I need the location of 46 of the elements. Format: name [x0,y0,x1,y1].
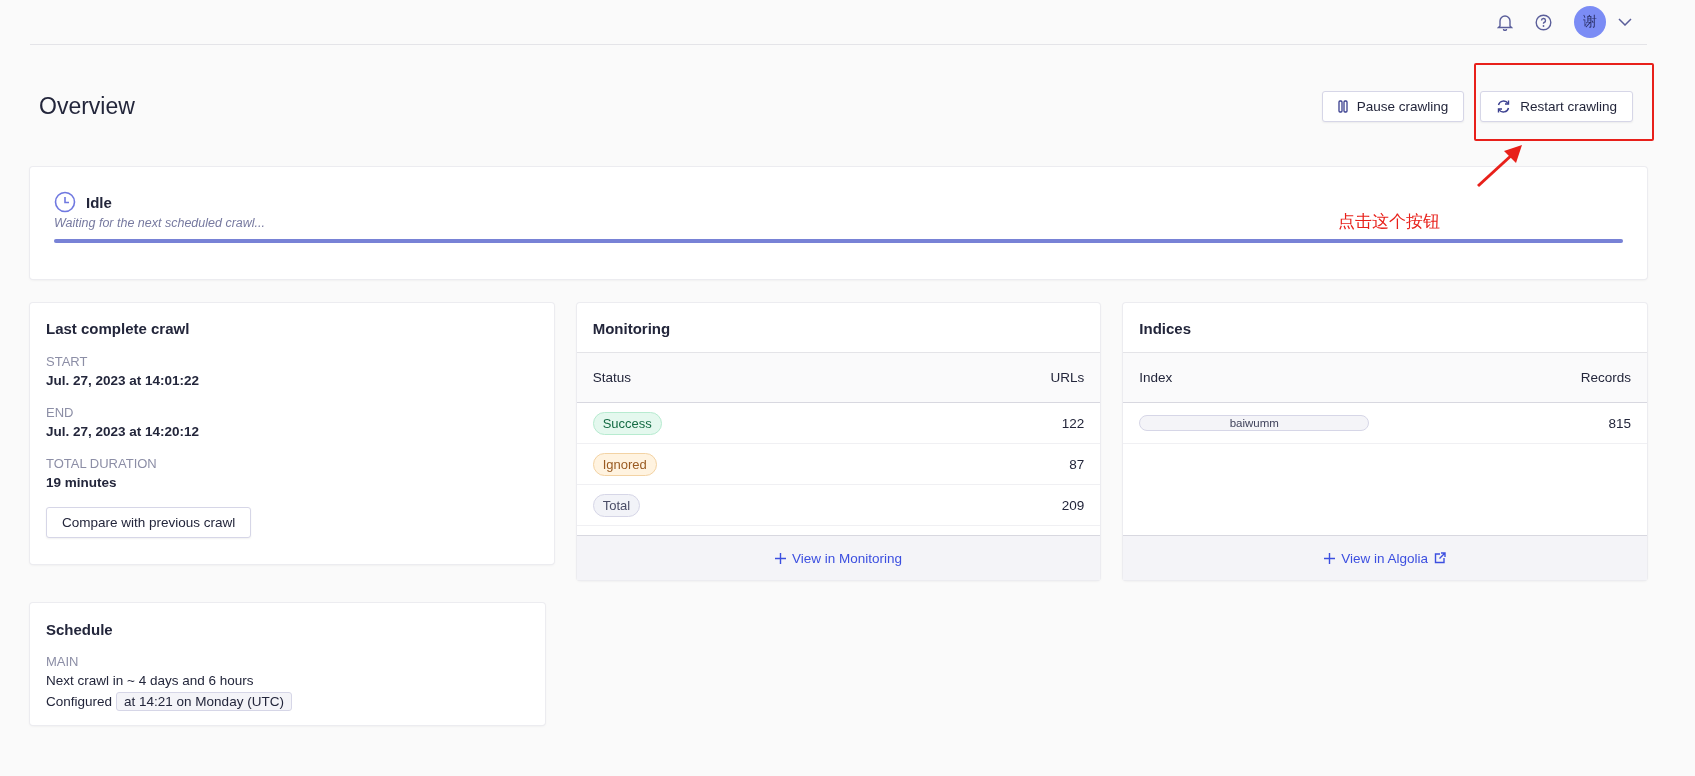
field-label: TOTAL DURATION [46,456,158,471]
notification-bell-icon[interactable] [1497,13,1513,31]
table-cell: 815 [1608,415,1631,431]
status-badge: Success [592,411,662,435]
help-icon[interactable] [1535,13,1552,31]
compare-button[interactable]: Compare with previous crawl [46,507,252,538]
card-title: Schedule [46,621,114,638]
card-title: Indices [1139,320,1191,337]
field-label: END [46,405,75,420]
field-value: Jul. 27, 2023 at 14:20:12 [46,424,201,439]
pause-icon [1337,99,1348,113]
schedule-time-tag: at 14:21 on Monday (UTC) [116,692,292,711]
field-label: MAIN [46,654,80,669]
index-tag: baiwumm [1139,415,1370,431]
field-value: Jul. 27, 2023 at 14:01:22 [46,373,201,388]
card-title: Monitoring [592,320,671,337]
configured-label: Configured [46,694,113,709]
annotation-arrow [1476,143,1524,188]
refresh-icon [1496,98,1512,114]
user-avatar[interactable]: 谢 [1574,6,1606,38]
restart-crawling-button[interactable]: Restart crawling [1480,90,1633,122]
plus-icon [774,552,786,564]
pause-crawling-button[interactable]: Pause crawling [1321,90,1465,122]
status-subtitle: Waiting for the next scheduled crawl... [54,216,265,230]
external-link-icon [1434,552,1447,564]
plus-icon [1324,552,1336,564]
field-value: 19 minutes [46,475,118,490]
table-cell: 87 [1069,456,1085,472]
status-badge: Total [592,493,641,517]
next-crawl-text: Next crawl in ~ 4 days and 6 hours [46,673,255,688]
column-header: Index [1139,370,1173,385]
chevron-down-icon[interactable] [1618,18,1632,26]
table-cell: 122 [1061,415,1085,431]
card-title: Last complete crawl [46,320,191,337]
status-title: Idle [86,193,112,211]
clock-icon [54,191,76,213]
table-cell: 209 [1061,497,1085,513]
status-badge: Ignored [592,452,657,476]
view-in-monitoring-link[interactable]: View in Monitoring [774,550,902,566]
column-header: Records [1580,370,1631,385]
field-label: START [46,354,89,369]
column-header: URLs [1050,370,1085,385]
annotation-text: 点击这个按钮 [1338,211,1440,233]
view-in-algolia-link[interactable]: View in Algolia [1324,550,1447,566]
page-title: Overview [39,92,135,120]
column-header: Status [592,370,631,385]
